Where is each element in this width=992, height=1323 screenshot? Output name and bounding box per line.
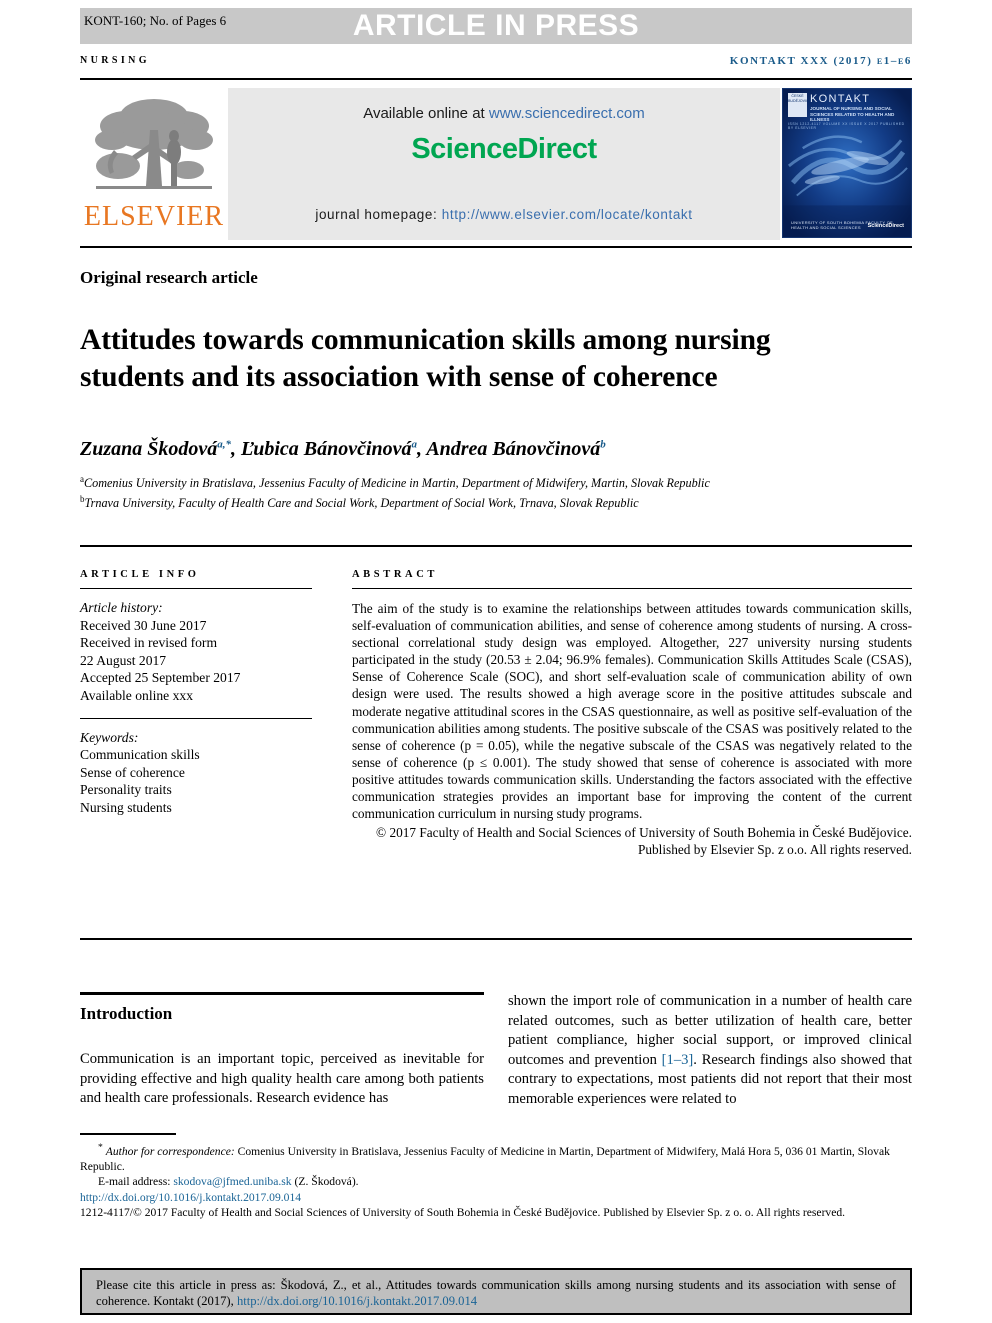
- cite-this-article-text: Please cite this article in press as: Šk…: [96, 1277, 896, 1310]
- author-name: Zuzana Škodová: [80, 438, 218, 460]
- article-info-panel: ARTICLE INFO Article history: Received 3…: [80, 569, 312, 817]
- cite-text-body: Please cite this article in press as: Šk…: [96, 1278, 896, 1309]
- affiliation-item: aComenius University in Bratislava, Jess…: [80, 472, 890, 492]
- keyword-item: Sense of coherence: [80, 764, 185, 780]
- homepage-prefix: journal homepage:: [315, 207, 442, 222]
- sciencedirect-banner: Available online at www.sciencedirect.co…: [228, 88, 780, 240]
- abstract-text: The aim of the study is to examine the r…: [352, 601, 912, 822]
- keyword-item: Personality traits: [80, 782, 172, 798]
- cover-university-badge: ČESKÉ BUDĚJOVICE: [788, 93, 811, 117]
- history-item: Accepted 25 September 2017: [80, 670, 241, 686]
- authors-divider: [80, 545, 912, 547]
- article-info-heading: ARTICLE INFO: [80, 569, 200, 580]
- journal-cover-thumbnail: ČESKÉ BUDĚJOVICE KONTAKT JOURNAL OF NURS…: [782, 88, 912, 238]
- history-item: Received 30 June 2017: [80, 617, 207, 633]
- email-label: E-mail address:: [98, 1175, 171, 1189]
- affiliation-item: bTrnava University, Faculty of Health Ca…: [80, 492, 890, 512]
- cover-issue-strip: ISSN 1212-4117 VOLUME XX ISSUE X 2017 PU…: [788, 122, 905, 130]
- footnote-block: * Author for correspondence: Comenius Un…: [80, 1140, 912, 1220]
- cover-subtitle: JOURNAL OF NURSING AND SOCIAL SCIENCES R…: [810, 106, 895, 123]
- introduction-heading: Introduction: [80, 1004, 173, 1023]
- elsevier-logo: ELSEVIER: [80, 88, 228, 240]
- journal-reference: KONTAKT XXX (2017) e1–e6: [729, 55, 912, 67]
- journal-homepage-link[interactable]: http://www.elsevier.com/locate/kontakt: [442, 207, 693, 222]
- cover-title: KONTAKT: [810, 93, 871, 105]
- cite-this-article-box: Please cite this article in press as: Šk…: [80, 1268, 912, 1315]
- manuscript-code: KONT-160; No. of Pages 6: [84, 13, 227, 28]
- author-name: Andrea Bánovčinová: [426, 438, 601, 460]
- body-column-right: shown the import role of communication i…: [508, 992, 912, 1110]
- history-item: Available online xxx: [80, 687, 193, 703]
- abstract-panel: ABSTRACT The aim of the study is to exam…: [352, 569, 912, 858]
- email-link[interactable]: skodova@jfmed.uniba.sk: [173, 1175, 291, 1188]
- corresponding-author-label: Author for correspondence:: [105, 1144, 235, 1158]
- abstract-divider: [80, 938, 912, 940]
- sciencedirect-logo: ScienceDirect: [411, 133, 597, 165]
- issn-copyright-note: 1212-4117/© 2017 Faculty of Health and S…: [80, 1206, 846, 1220]
- doi-link[interactable]: http://dx.doi.org/10.1016/j.kontakt.2017…: [80, 1190, 912, 1205]
- introduction-paragraph-left: Communication is an important topic, per…: [80, 1051, 484, 1107]
- available-online-line: Available online at www.sciencedirect.co…: [228, 105, 780, 122]
- available-online-prefix: Available online at: [363, 105, 489, 122]
- author-marks: a: [411, 438, 418, 451]
- affiliation-text: Comenius University in Bratislava, Jesse…: [84, 476, 710, 491]
- masthead-divider: [80, 246, 912, 248]
- footnote-star-mark: *: [98, 1142, 103, 1153]
- introduction-rule: [80, 992, 484, 995]
- author-list: Zuzana Škodováa,*, Ľubica Bánovčinováa, …: [80, 438, 606, 460]
- email-note: E-mail address: skodova@jfmed.uniba.sk (…: [80, 1174, 912, 1189]
- article-history-block: Article history: Received 30 June 2017 R…: [80, 599, 312, 705]
- abstract-copyright: © 2017 Faculty of Health and Social Scie…: [376, 825, 912, 858]
- footnote-divider: [80, 1133, 176, 1135]
- journal-homepage-line: journal homepage: http://www.elsevier.co…: [228, 207, 780, 222]
- keyword-item: Nursing students: [80, 799, 172, 815]
- sciencedirect-link[interactable]: www.sciencedirect.com: [489, 105, 645, 122]
- body-column-left: Introduction Communication is an importa…: [80, 992, 484, 1109]
- journal-section-label: NURSING: [80, 55, 150, 66]
- elsevier-tree-icon: [95, 99, 213, 189]
- abstract-rule: [352, 588, 912, 589]
- affiliation-text: Trnava University, Faculty of Health Car…: [84, 495, 639, 510]
- affiliation-list: aComenius University in Bratislava, Jess…: [80, 472, 890, 511]
- journal-masthead: ELSEVIER Available online at www.science…: [80, 88, 912, 240]
- keywords-label: Keywords:: [80, 729, 139, 745]
- header-divider: [80, 78, 912, 80]
- abstract-heading: ABSTRACT: [352, 569, 438, 580]
- author-marks: b: [600, 438, 606, 451]
- elsevier-wordmark: ELSEVIER: [83, 201, 225, 232]
- introduction-paragraph-right: shown the import role of communication i…: [508, 992, 912, 1110]
- page-title: Attitudes towards communication skills a…: [80, 323, 771, 393]
- article-info-rule: [80, 588, 312, 589]
- history-item: 22 August 2017: [80, 652, 167, 668]
- article-type-label: Original research article: [80, 268, 258, 287]
- article-history-label: Article history:: [80, 600, 163, 615]
- citation-reference-link[interactable]: [1–3]: [662, 1052, 694, 1068]
- corresponding-author-note: * Author for correspondence: Comenius Un…: [80, 1140, 912, 1174]
- keywords-block: Keywords: Communication skills Sense of …: [80, 729, 312, 817]
- cover-sciencedirect-mark: ScienceDirect: [867, 223, 904, 229]
- email-owner: (Z. Škodová).: [294, 1175, 359, 1189]
- cite-doi-link[interactable]: http://dx.doi.org/10.1016/j.kontakt.2017…: [237, 1294, 477, 1308]
- keywords-rule: [80, 717, 312, 719]
- history-item: Received in revised form: [80, 635, 218, 651]
- keyword-item: Communication skills: [80, 747, 200, 763]
- author-name: Ľubica Bánovčinová: [241, 438, 412, 460]
- author-marks: a,*: [217, 438, 231, 451]
